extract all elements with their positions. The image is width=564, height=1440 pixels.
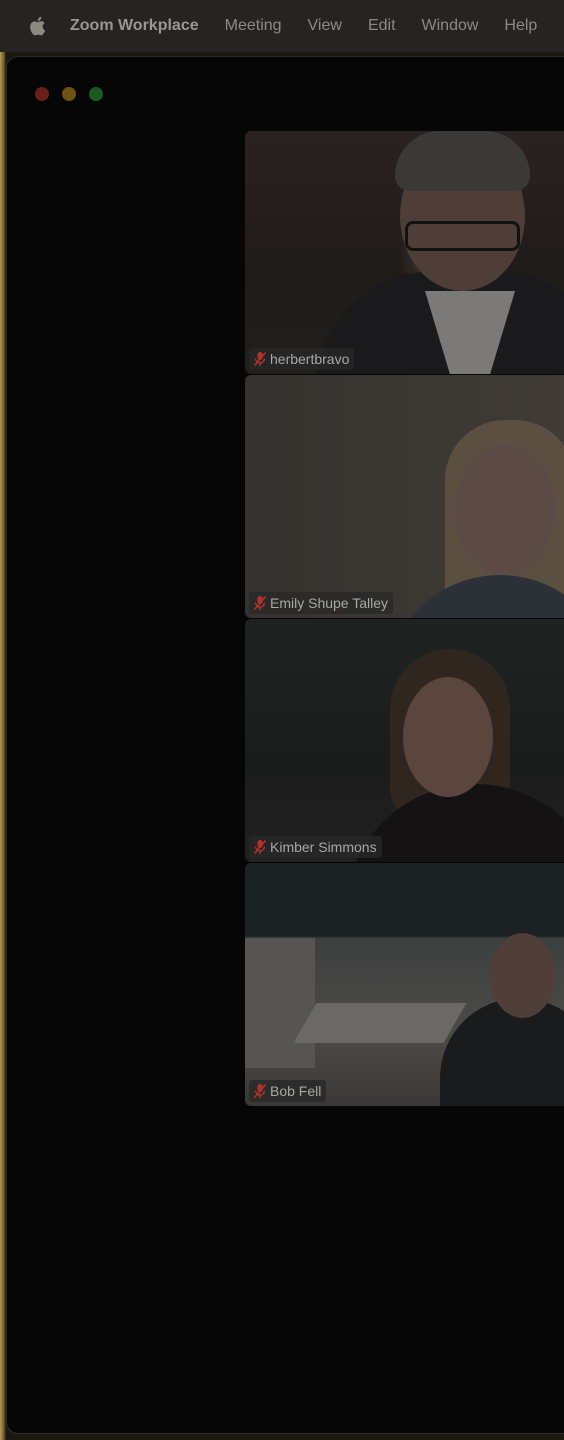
menu-edit[interactable]: Edit bbox=[368, 17, 396, 35]
participant-name: Kimber Simmons bbox=[270, 839, 377, 855]
participant-video-detail bbox=[395, 131, 530, 191]
participant-video-detail bbox=[490, 933, 555, 1018]
participant-nameplate: herbertbravo bbox=[249, 348, 355, 370]
apple-icon[interactable] bbox=[26, 15, 48, 37]
video-gallery: herbertbravo Emily Shupe Talley Kimber S… bbox=[245, 131, 564, 1107]
participant-video-detail bbox=[293, 1003, 467, 1043]
participant-nameplate: Kimber Simmons bbox=[249, 836, 382, 858]
participant-nameplate: Emily Shupe Talley bbox=[249, 592, 394, 614]
video-tile[interactable]: Kimber Simmons bbox=[245, 619, 564, 862]
menu-bar: Zoom Workplace Meeting View Edit Window … bbox=[0, 0, 564, 52]
menu-meeting[interactable]: Meeting bbox=[225, 17, 282, 35]
close-window-button[interactable] bbox=[35, 87, 49, 101]
minimize-window-button[interactable] bbox=[62, 87, 76, 101]
video-tile[interactable]: herbertbravo bbox=[245, 131, 564, 374]
mic-muted-icon bbox=[253, 595, 267, 611]
participant-video bbox=[245, 938, 315, 1068]
participant-video-detail bbox=[385, 575, 564, 618]
menu-view[interactable]: View bbox=[308, 17, 342, 35]
participant-video-detail bbox=[403, 677, 493, 797]
apple-logo-svg bbox=[30, 16, 46, 36]
menu-help[interactable]: Help bbox=[504, 17, 537, 35]
menu-window[interactable]: Window bbox=[422, 17, 479, 35]
participant-name: Bob Fell bbox=[270, 1083, 322, 1099]
participant-name: herbertbravo bbox=[270, 351, 350, 367]
participant-name: Emily Shupe Talley bbox=[270, 595, 389, 611]
video-tile[interactable]: Bob Fell bbox=[245, 863, 564, 1106]
participant-video-detail bbox=[455, 445, 555, 575]
mic-muted-icon bbox=[253, 1083, 267, 1099]
traffic-lights bbox=[35, 87, 103, 101]
video-tile[interactable]: Emily Shupe Talley bbox=[245, 375, 564, 618]
participant-video-detail bbox=[405, 221, 520, 251]
participant-nameplate: Bob Fell bbox=[249, 1080, 327, 1102]
mic-muted-icon bbox=[253, 351, 267, 367]
menu-app-name[interactable]: Zoom Workplace bbox=[70, 17, 199, 35]
mic-muted-icon bbox=[253, 839, 267, 855]
zoom-window-button[interactable] bbox=[89, 87, 103, 101]
desktop: Zoom Workplace Meeting View Edit Window … bbox=[0, 0, 564, 1440]
